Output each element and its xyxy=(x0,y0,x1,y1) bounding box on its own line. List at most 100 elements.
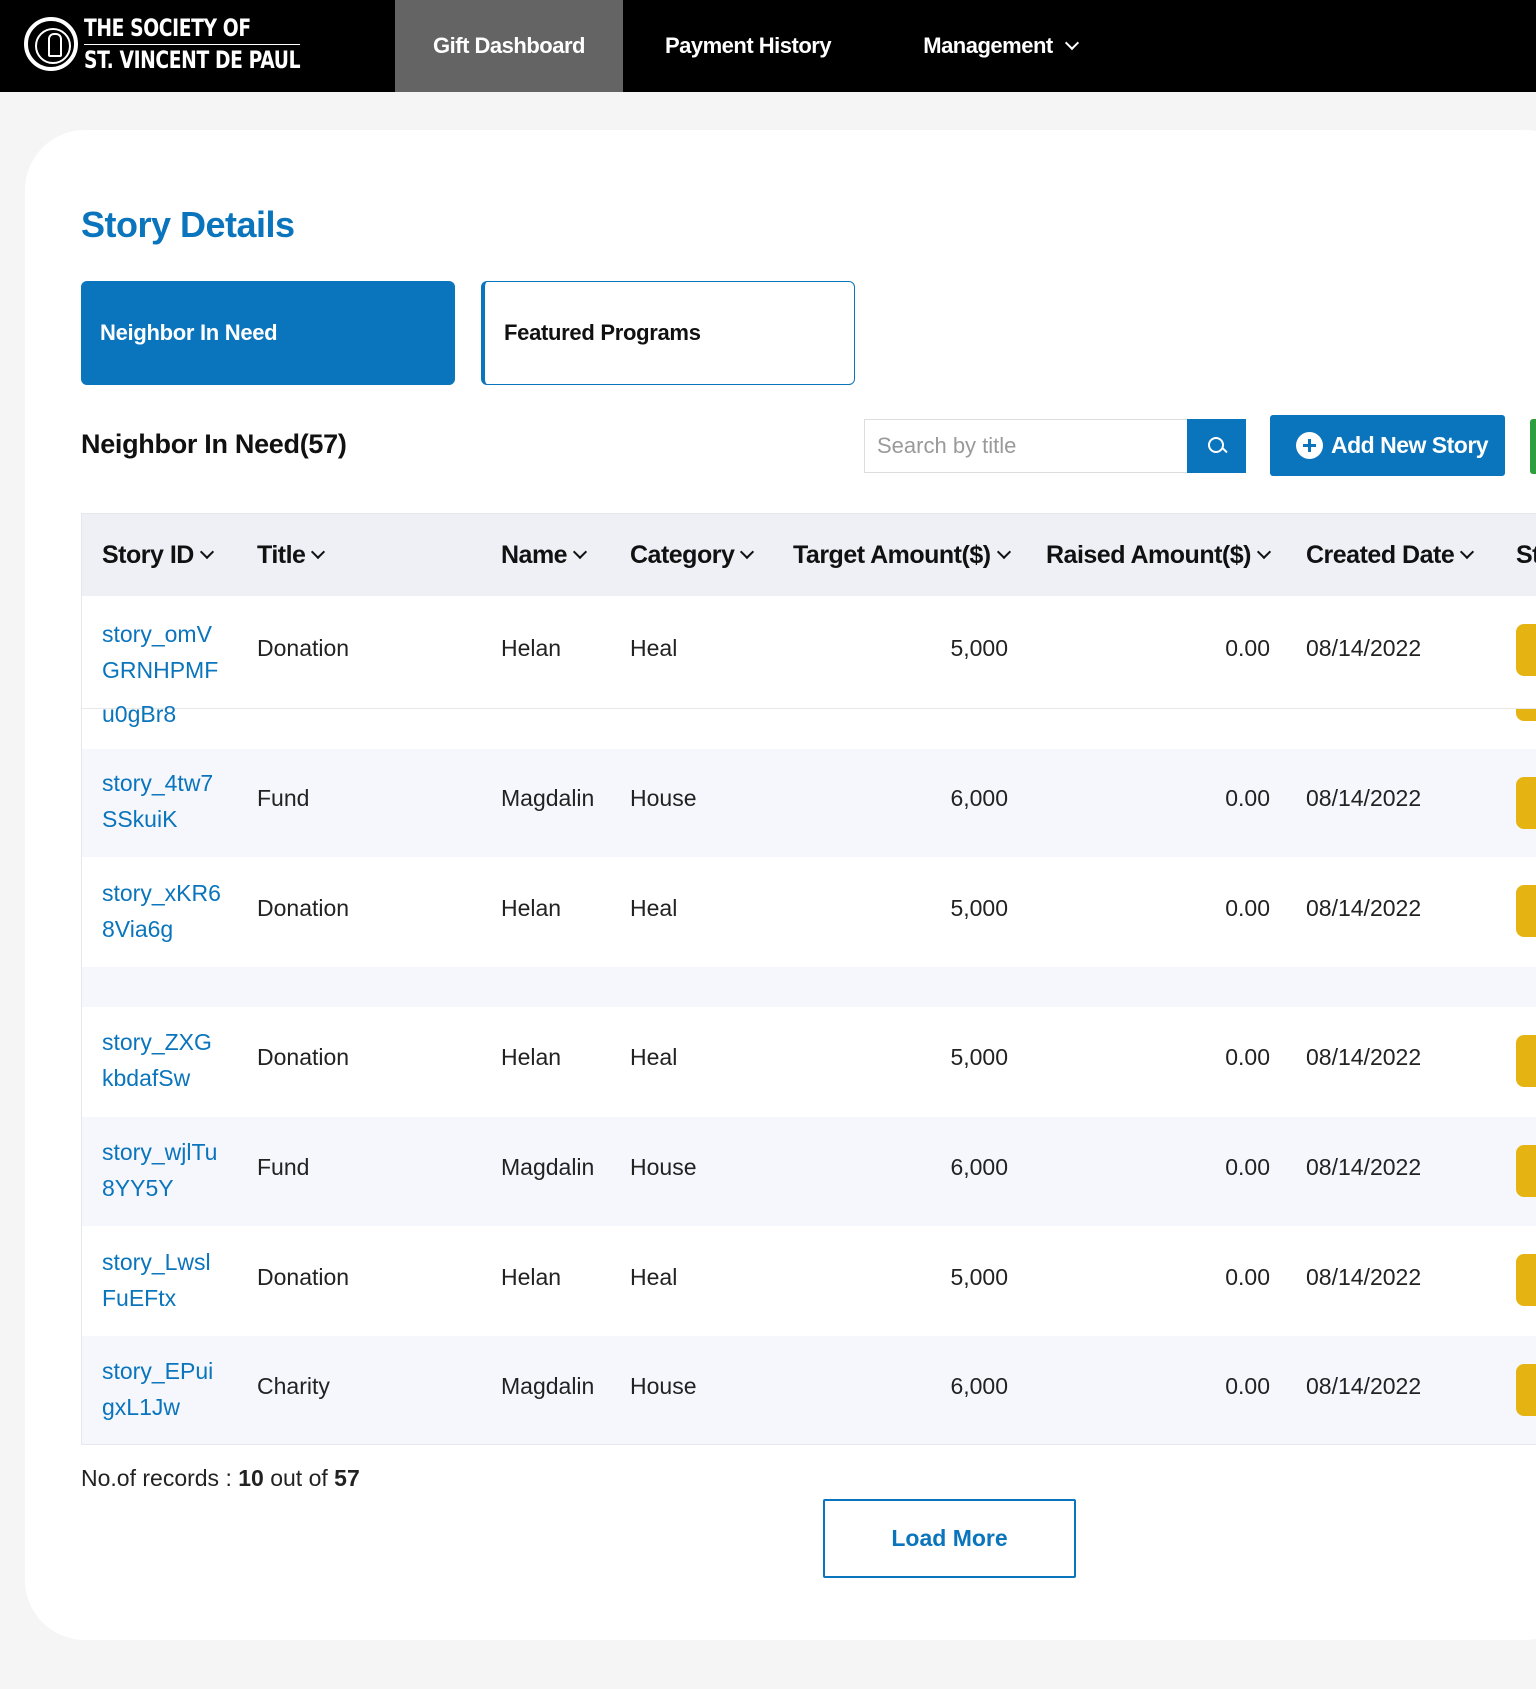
status-action-button[interactable] xyxy=(1516,777,1536,829)
cell-category: Heal xyxy=(630,635,678,661)
plus-circle-icon xyxy=(1296,432,1323,459)
cell-title: Donation xyxy=(257,1044,350,1070)
table-row[interactable]: story_omV GRNHPMF Donation Helan Heal 5,0… xyxy=(82,596,1536,708)
table-header: Story ID Title Name Category Target Amou… xyxy=(82,514,1536,596)
add-new-story-button[interactable]: Add New Story xyxy=(1270,415,1505,476)
add-new-story-label: Add New Story xyxy=(1331,432,1489,458)
cell-raised-amount: 0.00 xyxy=(1225,1373,1270,1399)
story-id-part: 8Via6g xyxy=(102,916,174,942)
nav-gift-dashboard[interactable]: Gift Dashboard xyxy=(395,0,623,92)
cell-raised-amount: 0.00 xyxy=(1225,895,1270,921)
story-id-part: SSkuiK xyxy=(102,806,178,832)
cell-title: Donation xyxy=(257,635,350,661)
chevron-down-icon xyxy=(996,544,1011,559)
table-row[interactable]: story_EPui gxL1Jw Charity Magdalin House … xyxy=(82,1336,1536,1444)
cell-name: Helan xyxy=(501,1044,562,1070)
column-label: Target Amount($) xyxy=(793,540,991,569)
table-row-partial: u0gBr8 xyxy=(82,701,1536,749)
records-label: No.of records : xyxy=(81,1465,232,1491)
cell-category: House xyxy=(630,785,697,811)
logo-text-line2: ST. VINCENT DE PAUL xyxy=(84,46,301,74)
cell-target-amount: 6,000 xyxy=(950,785,1008,811)
status-action-button[interactable] xyxy=(1516,709,1536,721)
status-action-button[interactable] xyxy=(1516,1364,1536,1416)
cell-target-amount: 6,000 xyxy=(950,1154,1008,1180)
table-row[interactable]: story_xKR6 8Via6g Donation Helan Heal 5,0… xyxy=(82,857,1536,967)
search-button[interactable] xyxy=(1187,419,1246,473)
cell-raised-amount: 0.00 xyxy=(1225,1044,1270,1070)
status-action-button[interactable] xyxy=(1516,1145,1536,1197)
table-row[interactable]: story_wjlTu 8YY5Y Fund Magdalin House 6,0… xyxy=(82,1117,1536,1226)
logo-text-line1: THE SOCIETY OF xyxy=(84,13,301,45)
cell-created-date: 08/14/2022 xyxy=(1306,1044,1422,1070)
story-id-part: FuEFtx xyxy=(102,1285,177,1311)
cell-target-amount: 5,000 xyxy=(950,895,1008,921)
nav-management-label: Management xyxy=(923,33,1053,58)
column-header-category[interactable]: Category xyxy=(630,514,755,596)
chevron-down-icon xyxy=(311,544,326,559)
cell-name: Magdalin xyxy=(501,1154,595,1180)
story-id-link[interactable]: story_wjlTu 8YY5Y xyxy=(102,1134,217,1206)
column-header-raised-amount[interactable]: Raised Amount($) xyxy=(1046,514,1272,596)
load-more-button[interactable]: Load More xyxy=(823,1499,1076,1578)
chevron-down-icon xyxy=(1460,544,1475,559)
column-label: Created Date xyxy=(1306,540,1455,569)
column-header-story-id[interactable]: Story ID xyxy=(102,514,214,596)
chevron-down-icon xyxy=(199,544,214,559)
records-total: 57 xyxy=(334,1465,360,1491)
story-id-part: story_xKR6 xyxy=(102,880,221,906)
column-header-target-amount[interactable]: Target Amount($) xyxy=(793,514,1011,596)
status-action-button[interactable] xyxy=(1516,624,1536,676)
story-id-link[interactable]: story_ZXG kbdafSw xyxy=(102,1024,212,1096)
nav-payment-history[interactable]: Payment History xyxy=(623,0,873,92)
table-row[interactable]: story_4tw7 SSkuiK Fund Magdalin House 6,0… xyxy=(82,749,1536,857)
column-header-created-date[interactable]: Created Date xyxy=(1306,514,1475,596)
cell-target-amount: 6,000 xyxy=(950,1373,1008,1399)
cell-created-date: 08/14/2022 xyxy=(1306,895,1422,921)
chevron-down-icon xyxy=(1064,35,1079,51)
search-bar xyxy=(864,419,1246,473)
records-count: No.of records : 10 out of 57 xyxy=(81,1465,360,1492)
column-header-name[interactable]: Name xyxy=(501,514,588,596)
story-id-link[interactable]: story_omV GRNHPMF xyxy=(102,616,218,688)
nav-management[interactable]: Management xyxy=(900,0,1100,92)
column-header-status[interactable]: St xyxy=(1516,514,1536,596)
cell-name: Helan xyxy=(501,1264,562,1290)
search-icon xyxy=(1207,436,1227,456)
story-id-part: story_EPui xyxy=(102,1358,214,1384)
story-id-link[interactable]: story_Lwsl FuEFtx xyxy=(102,1244,211,1316)
chevron-down-icon xyxy=(573,544,588,559)
cell-title: Charity xyxy=(257,1373,330,1399)
cell-category: House xyxy=(630,1154,697,1180)
story-id-link[interactable]: story_4tw7 SSkuiK xyxy=(102,765,213,837)
column-label: Category xyxy=(630,540,735,569)
cell-target-amount: 5,000 xyxy=(950,1264,1008,1290)
column-header-title[interactable]: Title xyxy=(257,514,326,596)
story-id-link[interactable]: story_EPui gxL1Jw xyxy=(102,1353,213,1425)
story-id-part: gxL1Jw xyxy=(102,1394,180,1420)
tab-neighbor-in-need[interactable]: Neighbor In Need xyxy=(81,281,455,385)
svdp-logo[interactable]: THE SOCIETY OF ST. VINCENT DE PAUL xyxy=(24,14,361,74)
status-action-button[interactable] xyxy=(1516,1254,1536,1306)
cell-title: Donation xyxy=(257,1264,350,1290)
status-action-button[interactable] xyxy=(1516,1035,1536,1087)
tab-featured-programs[interactable]: Featured Programs xyxy=(481,281,855,385)
logo-text: THE SOCIETY OF ST. VINCENT DE PAUL xyxy=(84,13,301,75)
cell-raised-amount: 0.00 xyxy=(1225,785,1270,811)
records-shown: 10 xyxy=(238,1465,264,1491)
story-id-link[interactable]: story_xKR6 8Via6g xyxy=(102,875,221,947)
cell-name: Helan xyxy=(501,635,562,661)
records-out-of: out of xyxy=(270,1465,328,1491)
search-input[interactable] xyxy=(864,419,1187,473)
status-action-button[interactable] xyxy=(1516,885,1536,937)
cell-title: Fund xyxy=(257,785,310,811)
stories-table: Story ID Title Name Category Target Amou… xyxy=(81,513,1536,1445)
cell-category: Heal xyxy=(630,895,678,921)
export-button-edge[interactable] xyxy=(1530,419,1536,474)
column-label: St xyxy=(1516,540,1536,569)
cell-name: Magdalin xyxy=(501,1373,595,1399)
story-id-link[interactable]: u0gBr8 xyxy=(102,696,176,732)
table-row[interactable]: story_ZXG kbdafSw Donation Helan Heal 5,0… xyxy=(82,1007,1536,1117)
table-row[interactable]: story_Lwsl FuEFtx Donation Helan Heal 5,0… xyxy=(82,1226,1536,1336)
story-id-part: 8YY5Y xyxy=(102,1175,174,1201)
